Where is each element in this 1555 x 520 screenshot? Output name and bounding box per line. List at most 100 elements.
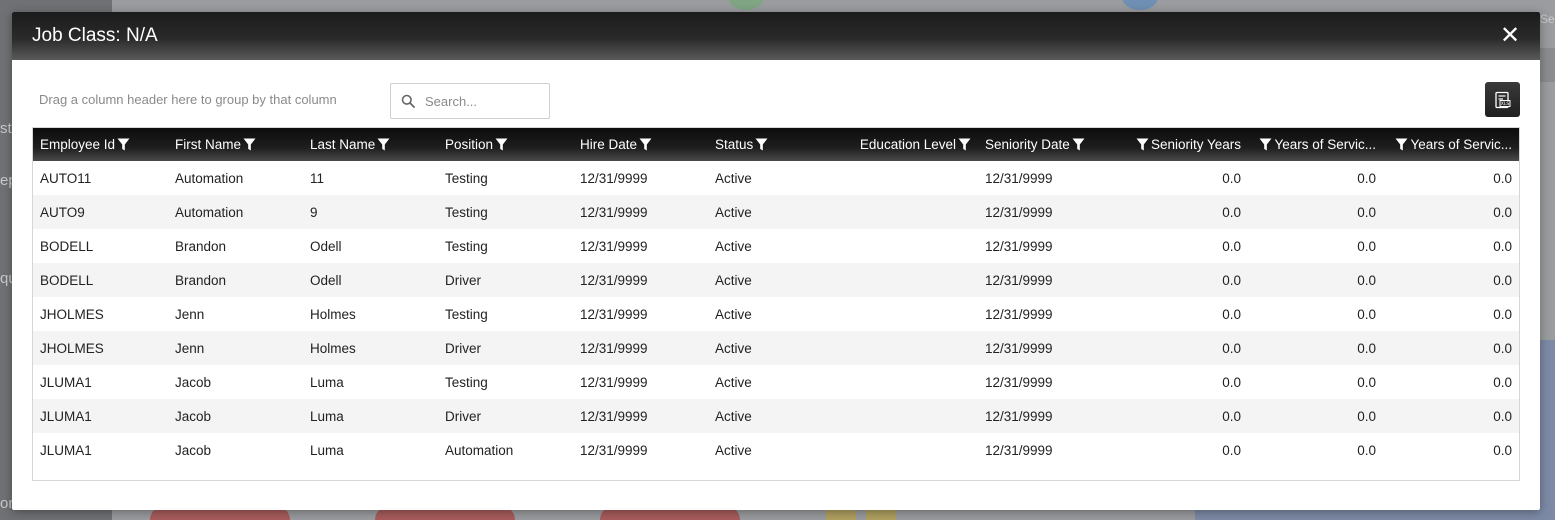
column-header-years-of-service-1[interactable]: Years of Servic... — [1248, 128, 1383, 161]
table-cell: BODELL — [40, 272, 94, 288]
filter-icon[interactable] — [495, 138, 508, 151]
table-cell: 0.0 — [1493, 374, 1512, 390]
modal-title: Job Class: N/A — [32, 25, 158, 46]
table-cell: 0.0 — [1357, 272, 1376, 288]
table-cell: 0.0 — [1357, 340, 1376, 356]
filter-icon[interactable] — [243, 138, 256, 151]
table-cell: 12/31/9999 — [580, 272, 648, 288]
table-cell: 0.0 — [1493, 170, 1512, 186]
table-cell: Driver — [445, 272, 481, 288]
column-header-hire-date[interactable]: Hire Date — [573, 128, 708, 161]
filter-icon[interactable] — [958, 138, 971, 151]
filter-icon[interactable] — [117, 138, 130, 151]
table-cell: JLUMA1 — [40, 442, 92, 458]
table-cell: Driver — [445, 340, 481, 356]
search-input[interactable] — [425, 93, 535, 109]
table-cell: Active — [715, 272, 752, 288]
table-row[interactable]: BODELL Brandon Odell Driver 12/31/9999 Active… — [33, 263, 1519, 297]
excel-export-icon: XLS — [1494, 91, 1510, 108]
table-cell: Active — [715, 204, 752, 220]
job-class-modal: Job Class: N/A ✕ Drag a column header he… — [12, 12, 1540, 510]
filter-icon[interactable] — [1259, 138, 1272, 151]
table-cell: JHOLMES — [40, 340, 104, 356]
column-header-status[interactable]: Status — [708, 128, 843, 161]
table-row[interactable]: JLUMA1 Jacob Luma Driver 12/31/9999 Active 12/… — [33, 399, 1519, 433]
table-cell: 12/31/9999 — [580, 238, 648, 254]
table-cell: Testing — [445, 170, 488, 186]
table-cell: 0.0 — [1493, 272, 1512, 288]
column-header-label: Hire Date — [580, 137, 638, 152]
table-cell: 12/31/9999 — [580, 374, 648, 390]
column-header-seniority-years[interactable]: Seniority Years — [1113, 128, 1248, 161]
table-cell: 12/31/9999 — [985, 272, 1053, 288]
table-row[interactable]: JLUMA1 Jacob Luma Testing 12/31/9999 Active 12… — [33, 365, 1519, 399]
table-cell: 12/31/9999 — [985, 340, 1053, 356]
table-row[interactable]: AUTO11 Automation 11 Testing 12/31/9999 Activ… — [33, 161, 1519, 195]
table-cell: BODELL — [40, 238, 94, 254]
table-row[interactable]: JHOLMES Jenn Holmes Testing 12/31/9999 Active… — [33, 297, 1519, 331]
column-header-label: Employee Id — [40, 137, 116, 152]
table-cell: Active — [715, 442, 752, 458]
table-cell: Driver — [445, 408, 481, 424]
filter-icon[interactable] — [1395, 138, 1408, 151]
column-header-last-name[interactable]: Last Name — [303, 128, 438, 161]
employee-grid: Employee Id First Name Last Name Positio… — [32, 127, 1520, 481]
table-row[interactable]: JHOLMES Jenn Holmes Driver 12/31/9999 Active 1… — [33, 331, 1519, 365]
background-text: st — [0, 120, 12, 137]
column-header-seniority-date[interactable]: Seniority Date — [978, 128, 1113, 161]
table-cell: Active — [715, 238, 752, 254]
table-cell: 0.0 — [1357, 306, 1376, 322]
table-cell: 0.0 — [1493, 340, 1512, 356]
filter-icon[interactable] — [639, 138, 652, 151]
close-icon[interactable]: ✕ — [1500, 24, 1520, 48]
table-cell: Automation — [175, 204, 244, 220]
table-cell: 12/31/9999 — [985, 306, 1053, 322]
filter-icon[interactable] — [1136, 138, 1149, 151]
table-cell: 0.0 — [1357, 170, 1376, 186]
search-icon — [401, 94, 415, 108]
table-cell: JLUMA1 — [40, 408, 92, 424]
table-cell: 0.0 — [1222, 340, 1241, 356]
table-cell: 0.0 — [1493, 204, 1512, 220]
table-cell: Testing — [445, 204, 488, 220]
table-cell: 0.0 — [1493, 306, 1512, 322]
table-cell — [843, 331, 978, 365]
table-cell: 0.0 — [1493, 238, 1512, 254]
table-cell: Jenn — [175, 340, 205, 356]
table-cell: 0.0 — [1222, 442, 1241, 458]
table-cell: 12/31/9999 — [580, 170, 648, 186]
table-cell: Active — [715, 306, 752, 322]
table-cell: 0.0 — [1357, 408, 1376, 424]
column-header-label: Position — [445, 137, 494, 152]
column-header-label: Education Level — [859, 137, 956, 152]
column-header-label: Seniority Years — [1150, 137, 1241, 152]
table-cell — [843, 365, 978, 399]
column-header-first-name[interactable]: First Name — [168, 128, 303, 161]
column-header-position[interactable]: Position — [438, 128, 573, 161]
table-cell: AUTO9 — [40, 204, 85, 220]
table-cell: Holmes — [310, 340, 356, 356]
table-cell — [843, 195, 978, 229]
modal-header: Job Class: N/A ✕ — [12, 12, 1540, 60]
table-cell: 0.0 — [1357, 374, 1376, 390]
table-row[interactable]: AUTO9 Automation 9 Testing 12/31/9999 Active 1… — [33, 195, 1519, 229]
table-cell: Odell — [310, 272, 342, 288]
table-cell — [843, 433, 978, 467]
table-cell: Luma — [310, 442, 344, 458]
table-row[interactable]: JLUMA1 Jacob Luma Automation 12/31/9999 Activ… — [33, 433, 1519, 467]
excel-export-button[interactable]: XLS — [1485, 82, 1520, 117]
search-box[interactable] — [390, 83, 550, 119]
filter-icon[interactable] — [755, 138, 768, 151]
filter-icon[interactable] — [377, 138, 390, 151]
table-cell: Active — [715, 170, 752, 186]
grid-header-row: Employee Id First Name Last Name Positio… — [33, 128, 1519, 161]
column-header-education-level[interactable]: Education Level — [843, 128, 978, 161]
group-panel-hint: Drag a column header here to group by th… — [39, 92, 337, 107]
filter-icon[interactable] — [1072, 138, 1085, 151]
table-row[interactable]: BODELL Brandon Odell Testing 12/31/9999 Activ… — [33, 229, 1519, 263]
column-header-years-of-service-2[interactable]: Years of Servic... — [1383, 128, 1519, 161]
column-header-employee-id[interactable]: Employee Id — [33, 128, 168, 161]
column-header-label: Years of Servic... — [1274, 137, 1376, 152]
table-cell: Testing — [445, 238, 488, 254]
table-cell: 12/31/9999 — [580, 204, 648, 220]
